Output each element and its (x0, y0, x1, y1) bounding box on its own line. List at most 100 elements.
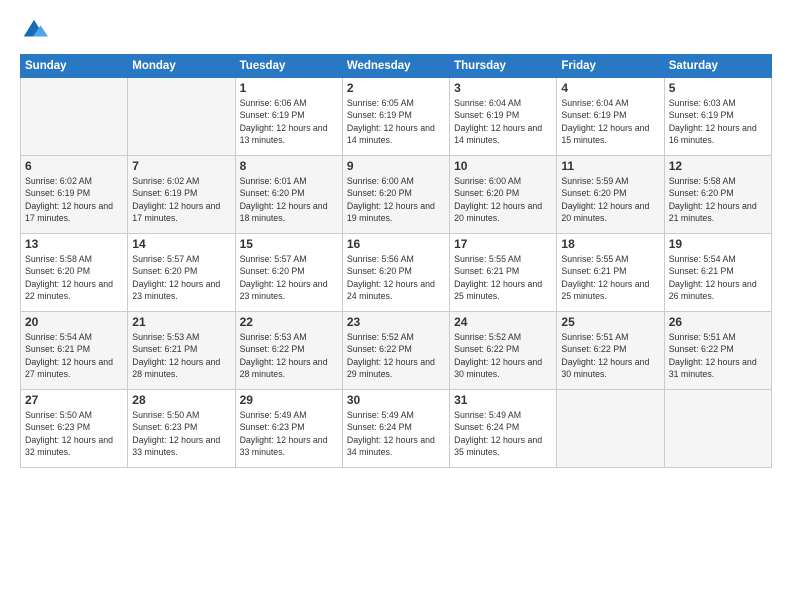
day-number: 27 (25, 393, 123, 407)
day-cell (128, 78, 235, 156)
day-info: Sunrise: 6:00 AMSunset: 6:20 PMDaylight:… (454, 175, 552, 224)
day-cell: 27 Sunrise: 5:50 AMSunset: 6:23 PMDayligh… (21, 390, 128, 468)
day-number: 2 (347, 81, 445, 95)
day-number: 24 (454, 315, 552, 329)
day-info: Sunrise: 5:49 AMSunset: 6:24 PMDaylight:… (454, 409, 552, 458)
day-cell: 12 Sunrise: 5:58 AMSunset: 6:20 PMDayligh… (664, 156, 771, 234)
day-cell: 28 Sunrise: 5:50 AMSunset: 6:23 PMDayligh… (128, 390, 235, 468)
day-cell: 5 Sunrise: 6:03 AMSunset: 6:19 PMDaylight… (664, 78, 771, 156)
day-cell: 25 Sunrise: 5:51 AMSunset: 6:22 PMDayligh… (557, 312, 664, 390)
day-cell: 18 Sunrise: 5:55 AMSunset: 6:21 PMDayligh… (557, 234, 664, 312)
day-info: Sunrise: 5:49 AMSunset: 6:23 PMDaylight:… (240, 409, 338, 458)
day-number: 21 (132, 315, 230, 329)
day-cell: 1 Sunrise: 6:06 AMSunset: 6:19 PMDaylight… (235, 78, 342, 156)
day-info: Sunrise: 5:51 AMSunset: 6:22 PMDaylight:… (669, 331, 767, 380)
calendar-table: SundayMondayTuesdayWednesdayThursdayFrid… (20, 54, 772, 468)
day-info: Sunrise: 5:52 AMSunset: 6:22 PMDaylight:… (454, 331, 552, 380)
day-number: 19 (669, 237, 767, 251)
day-info: Sunrise: 6:01 AMSunset: 6:20 PMDaylight:… (240, 175, 338, 224)
day-cell: 19 Sunrise: 5:54 AMSunset: 6:21 PMDayligh… (664, 234, 771, 312)
day-info: Sunrise: 5:56 AMSunset: 6:20 PMDaylight:… (347, 253, 445, 302)
header-monday: Monday (128, 55, 235, 78)
day-number: 11 (561, 159, 659, 173)
day-number: 31 (454, 393, 552, 407)
day-number: 1 (240, 81, 338, 95)
day-cell: 20 Sunrise: 5:54 AMSunset: 6:21 PMDayligh… (21, 312, 128, 390)
day-number: 10 (454, 159, 552, 173)
day-cell: 11 Sunrise: 5:59 AMSunset: 6:20 PMDayligh… (557, 156, 664, 234)
day-info: Sunrise: 5:59 AMSunset: 6:20 PMDaylight:… (561, 175, 659, 224)
header-tuesday: Tuesday (235, 55, 342, 78)
day-cell (21, 78, 128, 156)
day-info: Sunrise: 6:04 AMSunset: 6:19 PMDaylight:… (561, 97, 659, 146)
week-row-3: 13 Sunrise: 5:58 AMSunset: 6:20 PMDayligh… (21, 234, 772, 312)
day-info: Sunrise: 5:50 AMSunset: 6:23 PMDaylight:… (25, 409, 123, 458)
day-cell: 21Sunrise: 5:53 AMSunset: 6:21 PMDayligh… (128, 312, 235, 390)
day-cell (557, 390, 664, 468)
header-friday: Friday (557, 55, 664, 78)
day-cell: 17 Sunrise: 5:55 AMSunset: 6:21 PMDayligh… (450, 234, 557, 312)
header-sunday: Sunday (21, 55, 128, 78)
day-info: Sunrise: 5:55 AMSunset: 6:21 PMDaylight:… (561, 253, 659, 302)
day-info: Sunrise: 6:02 AMSunset: 6:19 PMDaylight:… (25, 175, 123, 224)
day-info: Sunrise: 6:00 AMSunset: 6:20 PMDaylight:… (347, 175, 445, 224)
day-info: Sunrise: 5:55 AMSunset: 6:21 PMDaylight:… (454, 253, 552, 302)
day-info: Sunrise: 5:54 AMSunset: 6:21 PMDaylight:… (25, 331, 123, 380)
day-info: Sunrise: 6:06 AMSunset: 6:19 PMDaylight:… (240, 97, 338, 146)
header-saturday: Saturday (664, 55, 771, 78)
day-cell: 8 Sunrise: 6:01 AMSunset: 6:20 PMDaylight… (235, 156, 342, 234)
week-row-5: 27 Sunrise: 5:50 AMSunset: 6:23 PMDayligh… (21, 390, 772, 468)
day-cell: 14 Sunrise: 5:57 AMSunset: 6:20 PMDayligh… (128, 234, 235, 312)
day-info: Sunrise: 5:57 AMSunset: 6:20 PMDaylight:… (132, 253, 230, 302)
day-cell: 4 Sunrise: 6:04 AMSunset: 6:19 PMDaylight… (557, 78, 664, 156)
day-cell (664, 390, 771, 468)
header-thursday: Thursday (450, 55, 557, 78)
day-cell: 13 Sunrise: 5:58 AMSunset: 6:20 PMDayligh… (21, 234, 128, 312)
day-number: 8 (240, 159, 338, 173)
day-info: Sunrise: 5:54 AMSunset: 6:21 PMDaylight:… (669, 253, 767, 302)
day-cell: 7Sunrise: 6:02 AMSunset: 6:19 PMDaylight… (128, 156, 235, 234)
day-cell: 24 Sunrise: 5:52 AMSunset: 6:22 PMDayligh… (450, 312, 557, 390)
day-info: Sunrise: 5:49 AMSunset: 6:24 PMDaylight:… (347, 409, 445, 458)
day-info: Sunrise: 5:51 AMSunset: 6:22 PMDaylight:… (561, 331, 659, 380)
header-row: SundayMondayTuesdayWednesdayThursdayFrid… (21, 55, 772, 78)
day-number: 17 (454, 237, 552, 251)
day-cell: 22Sunrise: 5:53 AMSunset: 6:22 PMDayligh… (235, 312, 342, 390)
day-cell: 30 Sunrise: 5:49 AMSunset: 6:24 PMDayligh… (342, 390, 449, 468)
day-number: 12 (669, 159, 767, 173)
week-row-2: 6 Sunrise: 6:02 AMSunset: 6:19 PMDaylight… (21, 156, 772, 234)
day-number: 22 (240, 315, 338, 329)
day-number: 13 (25, 237, 123, 251)
day-number: 30 (347, 393, 445, 407)
day-cell: 9 Sunrise: 6:00 AMSunset: 6:20 PMDaylight… (342, 156, 449, 234)
day-number: 15 (240, 237, 338, 251)
day-number: 18 (561, 237, 659, 251)
day-cell: 16 Sunrise: 5:56 AMSunset: 6:20 PMDayligh… (342, 234, 449, 312)
day-number: 4 (561, 81, 659, 95)
day-cell: 29 Sunrise: 5:49 AMSunset: 6:23 PMDayligh… (235, 390, 342, 468)
day-info: Sunrise: 6:02 AMSunset: 6:19 PMDaylight:… (132, 175, 230, 224)
day-info: Sunrise: 6:03 AMSunset: 6:19 PMDaylight:… (669, 97, 767, 146)
day-number: 14 (132, 237, 230, 251)
day-info: Sunrise: 5:58 AMSunset: 6:20 PMDaylight:… (669, 175, 767, 224)
week-row-4: 20 Sunrise: 5:54 AMSunset: 6:21 PMDayligh… (21, 312, 772, 390)
day-number: 28 (132, 393, 230, 407)
day-number: 29 (240, 393, 338, 407)
day-number: 25 (561, 315, 659, 329)
day-number: 5 (669, 81, 767, 95)
logo-icon (20, 16, 48, 44)
week-row-1: 1 Sunrise: 6:06 AMSunset: 6:19 PMDaylight… (21, 78, 772, 156)
day-info: Sunrise: 5:50 AMSunset: 6:23 PMDaylight:… (132, 409, 230, 458)
day-number: 20 (25, 315, 123, 329)
day-cell: 31 Sunrise: 5:49 AMSunset: 6:24 PMDayligh… (450, 390, 557, 468)
day-number: 6 (25, 159, 123, 173)
day-number: 16 (347, 237, 445, 251)
day-info: Sunrise: 5:57 AMSunset: 6:20 PMDaylight:… (240, 253, 338, 302)
day-number: 9 (347, 159, 445, 173)
day-info: Sunrise: 6:05 AMSunset: 6:19 PMDaylight:… (347, 97, 445, 146)
day-cell: 6 Sunrise: 6:02 AMSunset: 6:19 PMDaylight… (21, 156, 128, 234)
day-cell: 3Sunrise: 6:04 AMSunset: 6:19 PMDaylight… (450, 78, 557, 156)
day-info: Sunrise: 5:58 AMSunset: 6:20 PMDaylight:… (25, 253, 123, 302)
day-cell: 10 Sunrise: 6:00 AMSunset: 6:20 PMDayligh… (450, 156, 557, 234)
day-number: 3 (454, 81, 552, 95)
